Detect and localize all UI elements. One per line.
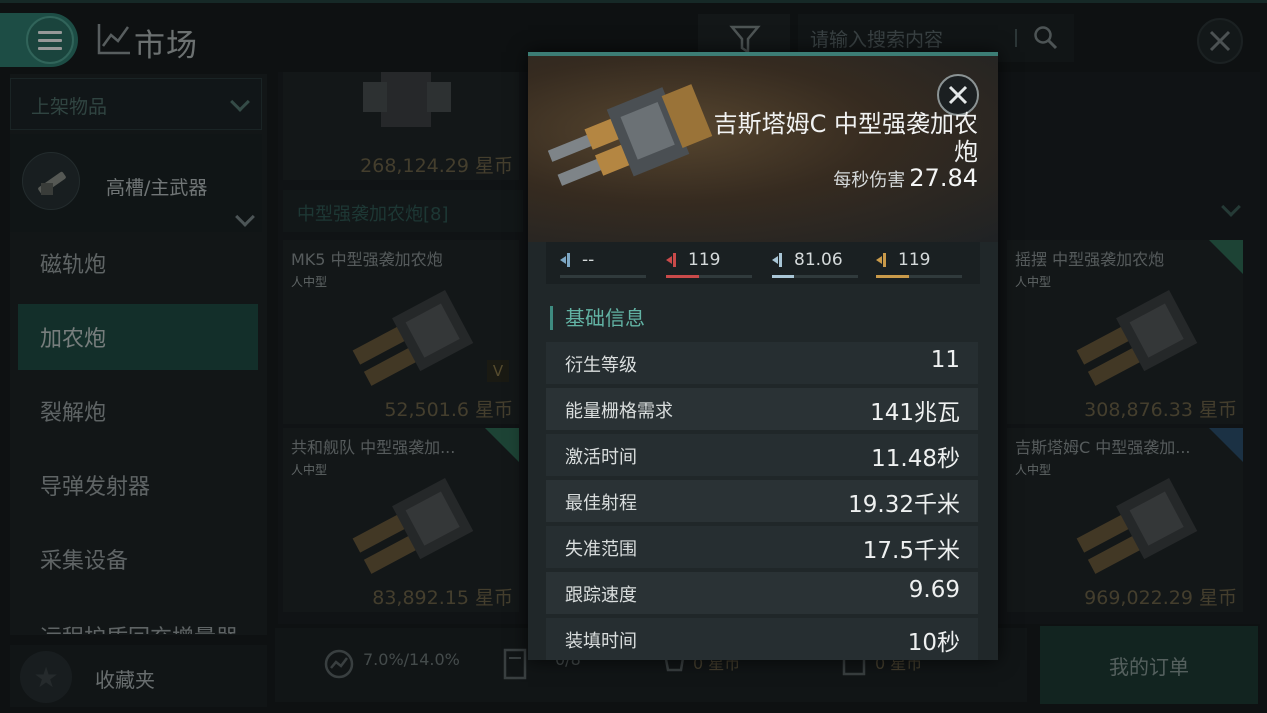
stat-row: 衍生等级 11 xyxy=(546,342,978,384)
stat-key: 衍生等级 xyxy=(565,355,637,376)
stat-value: 17.5千米 xyxy=(862,538,960,564)
damage-value: -- xyxy=(582,250,595,270)
damage-bar xyxy=(772,275,858,278)
thermal-damage-icon xyxy=(666,253,676,267)
damage-bar-fill xyxy=(772,275,795,278)
damage-value: 81.06 xyxy=(794,250,843,270)
stat-key: 最佳射程 xyxy=(565,493,637,514)
damage-explosive: 119 xyxy=(876,248,962,278)
stat-value: 11 xyxy=(930,347,960,373)
damage-value: 119 xyxy=(898,250,931,270)
kinetic-damage-icon xyxy=(772,253,782,267)
damage-thermal: 119 xyxy=(666,248,752,278)
stat-value: 10秒 xyxy=(907,630,960,656)
dps-label: 每秒伤害 xyxy=(833,170,906,191)
stat-key: 失准范围 xyxy=(565,539,637,560)
stat-value: 19.32千米 xyxy=(848,492,960,518)
stat-row: 装填时间 10秒 xyxy=(546,618,978,660)
damage-bar xyxy=(666,275,752,278)
damage-bar xyxy=(876,275,962,278)
stat-row: 激活时间 11.48秒 xyxy=(546,434,978,476)
item-title: 吉斯塔姆C 中型强袭加农炮 xyxy=(713,110,978,166)
explosive-damage-icon xyxy=(876,253,886,267)
section-title: 基础信息 xyxy=(550,306,645,330)
stat-key: 跟踪速度 xyxy=(565,585,637,606)
damage-bar xyxy=(560,275,646,278)
damage-profile: -- 119 81.06 119 xyxy=(546,242,980,284)
stat-row: 跟踪速度 9.69 xyxy=(546,572,978,614)
stat-key: 能量栅格需求 xyxy=(565,401,673,422)
damage-bar-fill xyxy=(876,275,909,278)
stat-value: 141兆瓦 xyxy=(870,400,960,426)
damage-em: -- xyxy=(560,248,646,278)
stat-key: 装填时间 xyxy=(565,631,637,652)
item-detail-modal: 吉斯塔姆C 中型强袭加农炮 每秒伤害 27.84 -- 119 81.06 119… xyxy=(528,52,998,660)
stat-value: 11.48秒 xyxy=(871,446,960,472)
close-icon xyxy=(948,85,968,105)
stat-value: 9.69 xyxy=(908,577,960,603)
stat-key: 激活时间 xyxy=(565,447,637,468)
dps-display: 每秒伤害 27.84 xyxy=(833,164,978,192)
damage-value: 119 xyxy=(688,250,721,270)
item-cannon-image xyxy=(548,84,713,186)
item-hero: 吉斯塔姆C 中型强袭加农炮 每秒伤害 27.84 xyxy=(528,56,998,242)
em-damage-icon xyxy=(560,253,570,267)
stat-row: 能量栅格需求 141兆瓦 xyxy=(546,388,978,430)
damage-kinetic: 81.06 xyxy=(772,248,858,278)
stat-row: 失准范围 17.5千米 xyxy=(546,526,978,568)
stat-row: 最佳射程 19.32千米 xyxy=(546,480,978,522)
dps-value: 27.84 xyxy=(909,164,978,192)
damage-bar-fill xyxy=(666,275,699,278)
